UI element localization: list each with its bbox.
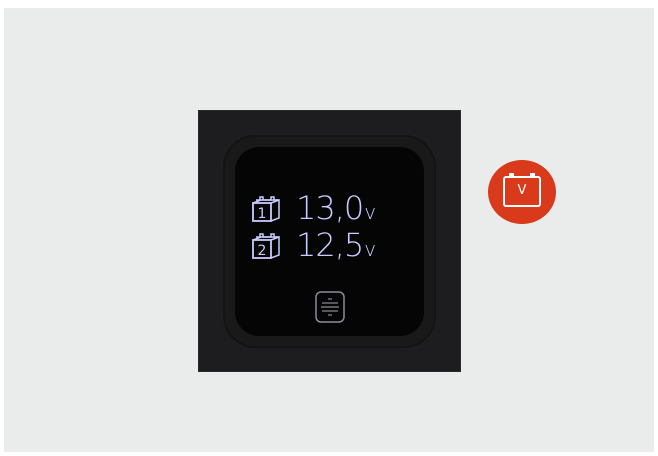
battery-1-row: 1 13,0 v (250, 189, 376, 229)
battery-2-icon: 2 (252, 233, 280, 259)
badge-label: V (517, 183, 527, 198)
battery-1-reading: 13,0 v (296, 189, 376, 229)
battery-2-row: 2 12,5 v (250, 226, 376, 266)
battery-1-voltage: 13,0 (296, 189, 364, 227)
battery-2-reading: 12,5 v (296, 226, 376, 266)
battery-2-unit: v (364, 237, 376, 261)
voltage-badge: V (488, 160, 556, 224)
battery-2-voltage: 12,5 (296, 226, 364, 264)
battery-2-number: 2 (258, 243, 267, 259)
battery-1-unit: v (364, 200, 376, 224)
battery-monitor-panel: 1 13,0 v 2 12,5 v (198, 110, 461, 372)
menu-button[interactable] (315, 291, 345, 323)
display-bezel: 1 13,0 v 2 12,5 v (225, 137, 434, 346)
menu-icon (321, 298, 339, 316)
battery-1-icon: 1 (252, 196, 280, 222)
battery-1-number: 1 (258, 206, 267, 222)
background: 1 13,0 v 2 12,5 v V (4, 8, 654, 452)
display-screen: 1 13,0 v 2 12,5 v (235, 147, 424, 336)
